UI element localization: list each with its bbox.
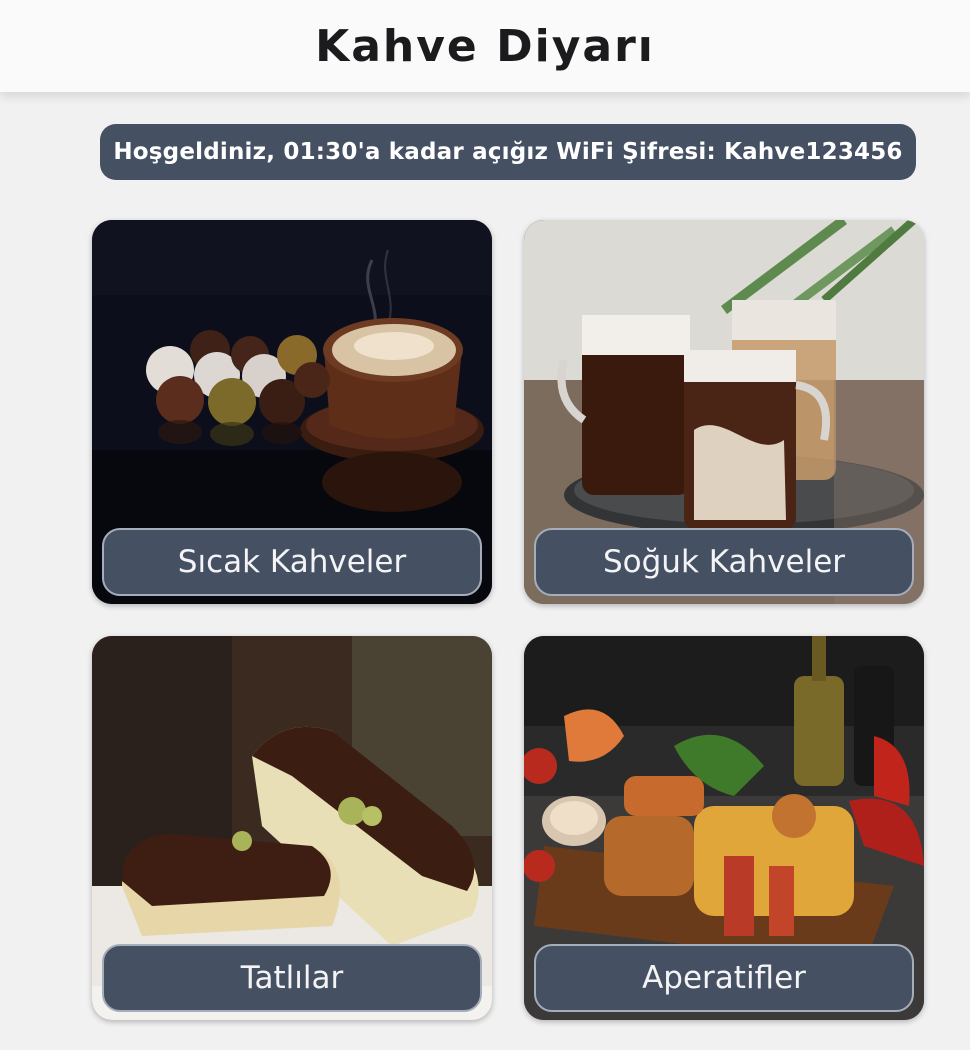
category-card-desserts[interactable]: Tatlılar [92, 636, 492, 1020]
category-label: Tatlılar [240, 960, 344, 996]
welcome-banner: Hoşgeldiniz, 01:30'a kadar açığız WiFi Ş… [100, 124, 916, 180]
category-card-appetizers[interactable]: Aperatifler [524, 636, 924, 1020]
category-button-iced-coffees[interactable]: Soğuk Kahveler [534, 528, 914, 596]
category-label: Aperatifler [642, 960, 806, 996]
welcome-banner-text: Hoşgeldiniz, 01:30'a kadar açığız WiFi Ş… [113, 139, 903, 165]
app-header: Kahve Diyarı [0, 0, 970, 92]
category-button-hot-coffees[interactable]: Sıcak Kahveler [102, 528, 482, 596]
category-card-hot-coffees[interactable]: Sıcak Kahveler [92, 220, 492, 604]
page-title: Kahve Diyarı [315, 20, 655, 72]
category-button-appetizers[interactable]: Aperatifler [534, 944, 914, 1012]
category-card-iced-coffees[interactable]: Soğuk Kahveler [524, 220, 924, 604]
category-button-desserts[interactable]: Tatlılar [102, 944, 482, 1012]
category-label: Sıcak Kahveler [177, 544, 407, 580]
category-label: Soğuk Kahveler [602, 544, 846, 580]
